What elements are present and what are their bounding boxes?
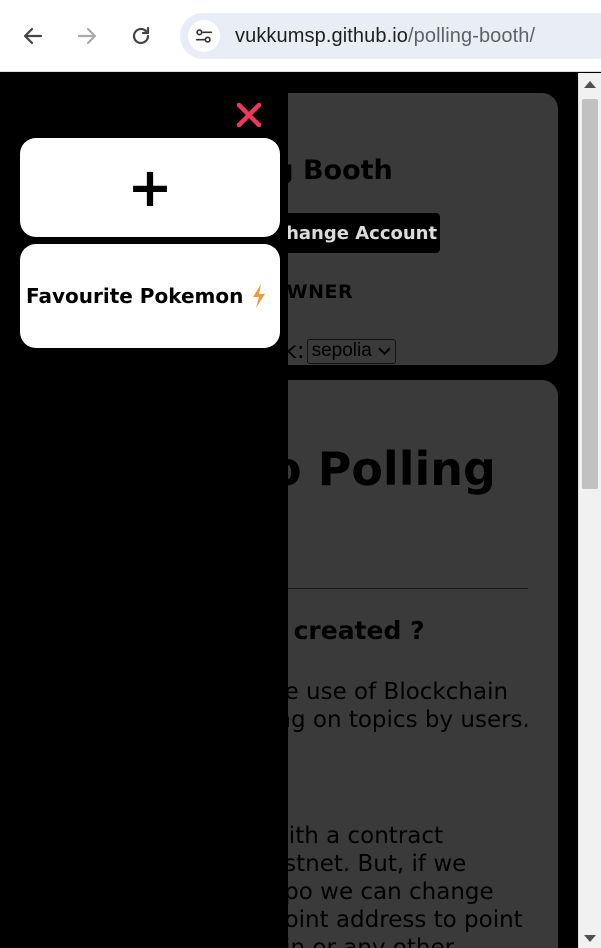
paragraph-line: he use of Blockchain: [270, 679, 509, 705]
paragraph-line: point address to point: [270, 907, 523, 933]
network-select[interactable]: sepolia: [306, 338, 396, 364]
poll-item[interactable]: Favourite Pokemon: [20, 244, 280, 348]
scrollbar-thumb[interactable]: [582, 99, 598, 489]
hero-heading: o Polling: [270, 442, 496, 496]
scrollbar[interactable]: [578, 73, 601, 948]
paragraph-line: ain or any other: [270, 935, 455, 948]
add-poll-button[interactable]: +: [20, 138, 280, 237]
about-paragraph: he use of Blockchain ing on topics by us…: [270, 678, 530, 734]
page: ng Booth Change Account OWNER ork: sepol…: [0, 73, 578, 948]
back-button[interactable]: [17, 20, 49, 52]
reload-icon: [132, 26, 150, 45]
divider: [270, 588, 528, 589]
chevron-down-icon: [378, 347, 391, 355]
lightning-icon: [253, 284, 266, 308]
why-heading: s created ?: [270, 616, 425, 645]
details-paragraph: with a contract estnet. But, if we epo w…: [270, 822, 523, 948]
network-value: sepolia: [311, 340, 372, 361]
poll-title: Favourite Pokemon: [26, 284, 244, 308]
paragraph-line: with a contract: [270, 823, 444, 849]
back-arrow-icon: [23, 27, 43, 45]
sidebar: + Favourite Pokemon: [0, 73, 288, 948]
browser-toolbar: vukkumsp.github.io/polling-booth/: [0, 0, 601, 72]
scroll-up-arrow-icon[interactable]: [584, 81, 596, 88]
forward-button[interactable]: [71, 20, 103, 52]
url-text: vukkumsp.github.io/polling-booth/: [235, 25, 536, 47]
plus-icon: +: [127, 155, 173, 219]
paragraph-line: epo we can change: [270, 879, 494, 905]
change-account-button[interactable]: Change Account: [270, 213, 440, 253]
scroll-down-arrow-icon[interactable]: [584, 935, 596, 942]
address-bar[interactable]: vukkumsp.github.io/polling-booth/: [180, 13, 601, 59]
paragraph-line: ing on topics by users.: [270, 707, 530, 733]
paragraph-line: estnet. But, if we: [270, 851, 467, 877]
reload-button[interactable]: [125, 20, 157, 52]
forward-arrow-icon: [77, 27, 97, 45]
close-icon[interactable]: [234, 100, 264, 130]
site-settings-icon[interactable]: [188, 20, 220, 52]
